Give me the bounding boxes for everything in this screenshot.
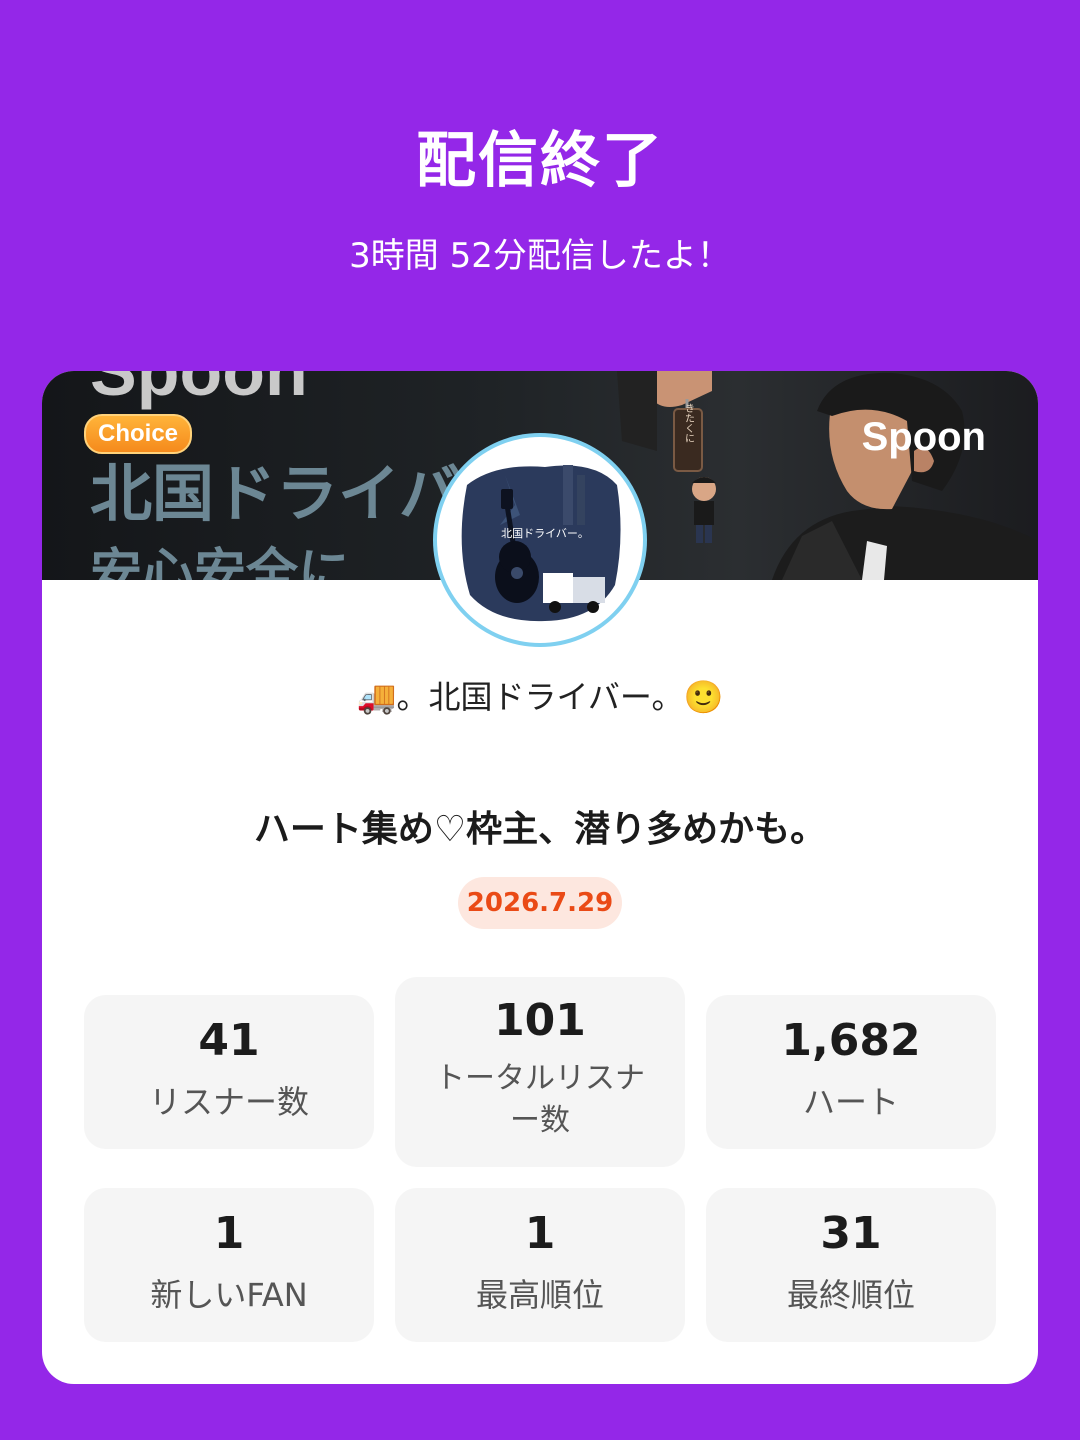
stream-duration-text: 3時間 52分配信したよ！ — [349, 236, 731, 276]
stat-value: 1 — [213, 1208, 245, 1259]
stat-label: 最終順位 — [786, 1276, 915, 1314]
stat-value: 41 — [198, 1015, 260, 1066]
avatar-image: 北国ドライバー。 — [461, 465, 621, 622]
choice-badge: Choice — [84, 414, 193, 454]
stat-new-fans: 1 新しいFAN — [84, 1188, 374, 1342]
page-title: 配信終了 — [416, 126, 664, 196]
stat-listeners: 41 リスナー数 — [84, 995, 374, 1149]
keychain-label: きたくに — [683, 403, 694, 443]
stat-value: 1,682 — [781, 1015, 921, 1066]
avatar-caption: 北国ドライバー。 — [501, 527, 589, 540]
stat-value: 1 — [524, 1208, 556, 1259]
spoon-logo: Spoon — [861, 415, 986, 459]
stat-final-rank: 31 最終順位 — [706, 1188, 996, 1342]
avatar[interactable]: 北国ドライバー。 — [437, 437, 643, 643]
streamer-name: 🚚。北国ドライバー。🙂 — [356, 678, 724, 716]
stat-hearts: 1,682 ハート — [706, 995, 996, 1149]
stat-label: ハート — [802, 1083, 899, 1121]
stream-date-badge: 2026.7.29 — [458, 877, 622, 929]
banner-background-text: 北国ドライバ — [90, 457, 461, 530]
stat-value: 31 — [820, 1208, 882, 1259]
stat-total-listeners: 101 トータルリスナー数 — [395, 977, 685, 1167]
stat-label: 最高順位 — [475, 1276, 604, 1314]
stat-label: リスナー数 — [148, 1083, 309, 1121]
stat-value: 101 — [494, 995, 586, 1046]
stat-label: 新しいFAN — [150, 1276, 308, 1314]
stat-label: トータルリスナー数 — [435, 1061, 645, 1138]
banner-background-text: Spoon — [90, 371, 308, 410]
banner-background-text: 安心安全に — [90, 543, 351, 580]
stat-highest-rank: 1 最高順位 — [395, 1188, 685, 1342]
stream-title: ハート集め♡枠主、潜り多めかも。 — [253, 809, 827, 850]
